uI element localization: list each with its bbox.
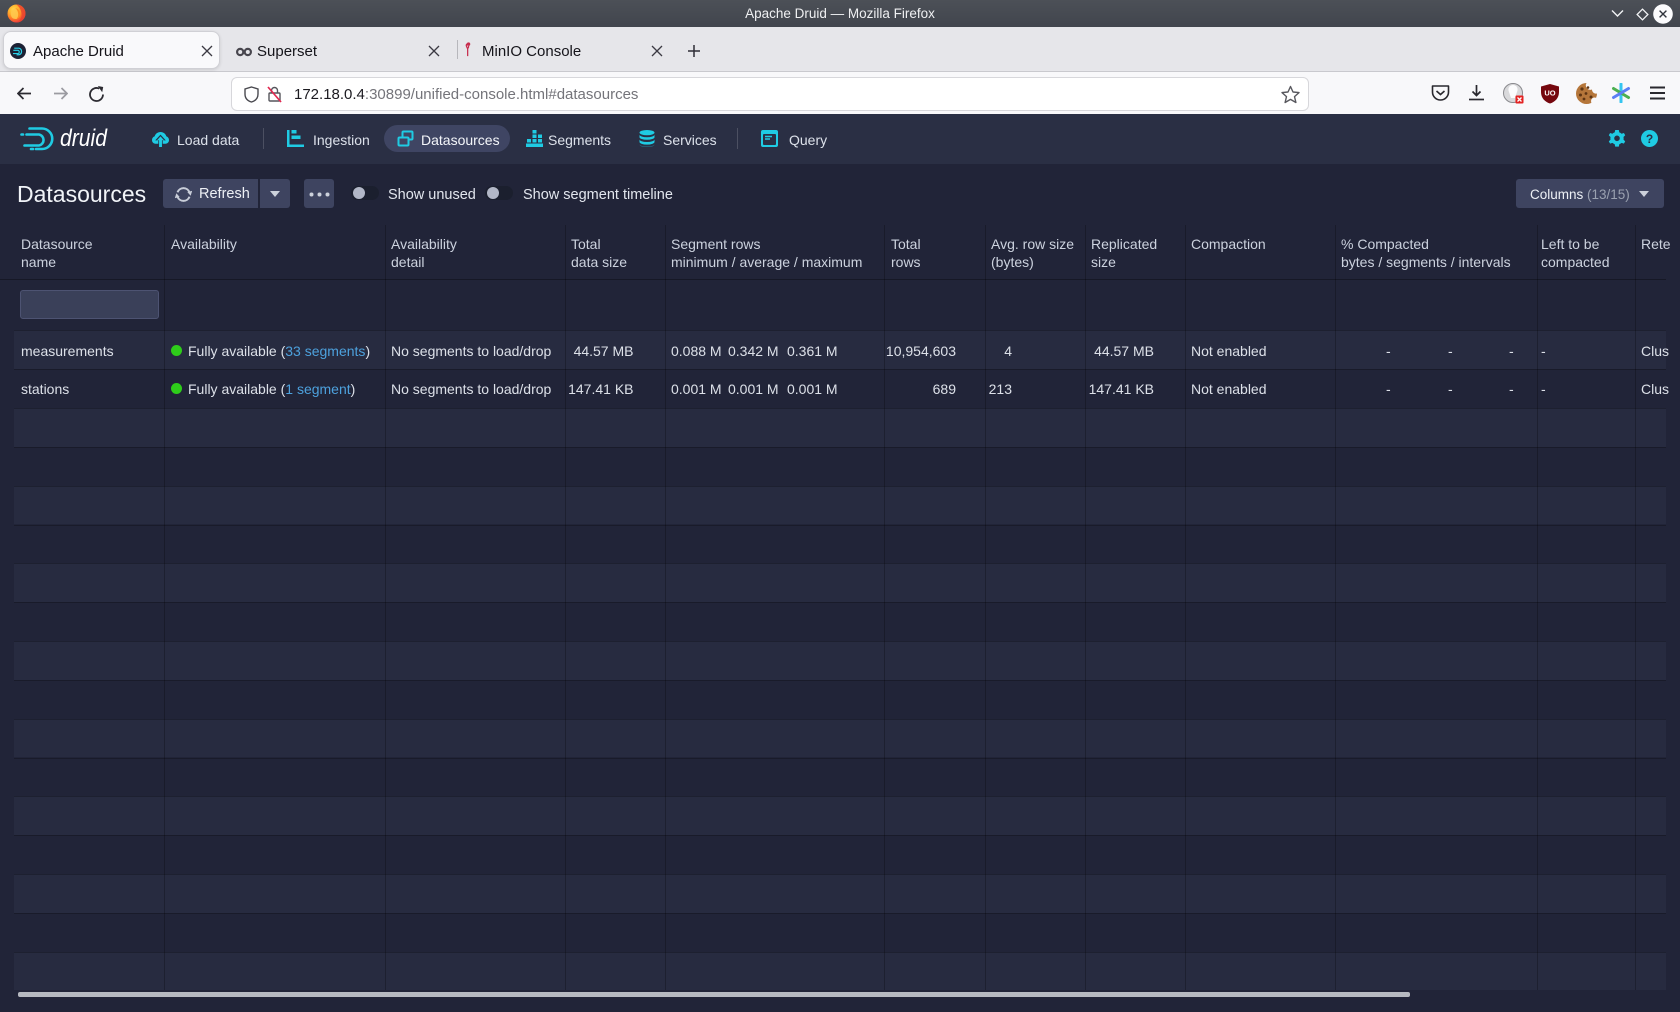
svg-text:UO: UO xyxy=(1544,89,1555,98)
svg-text:?: ? xyxy=(1646,132,1653,146)
